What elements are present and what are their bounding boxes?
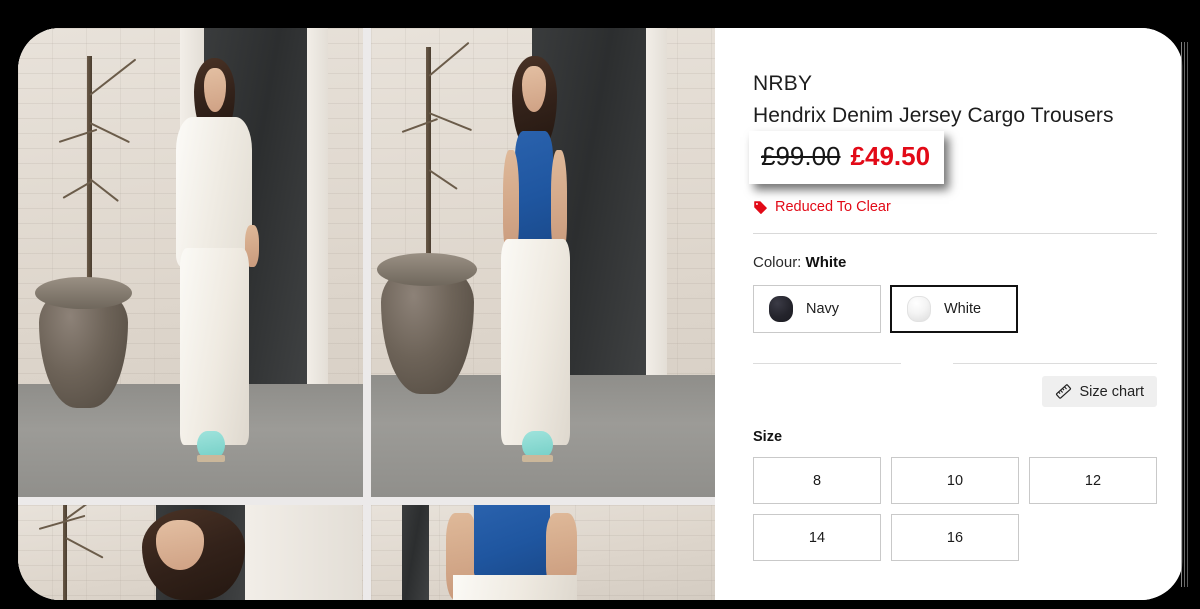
model-shirt	[176, 117, 253, 268]
product-image-gallery	[18, 28, 715, 600]
gallery-image-4[interactable]	[370, 505, 715, 600]
model-shoe-sole	[197, 454, 225, 463]
size-option-group: 8 10 12 14 16	[753, 457, 1157, 562]
door-frame	[245, 505, 363, 600]
sale-price: £49.50	[850, 141, 931, 172]
screen: NRBY Hendrix Denim Jersey Cargo Trousers…	[0, 0, 1200, 609]
colour-swatch-label: Navy	[806, 301, 840, 318]
colour-selected-value: White	[805, 254, 847, 272]
price-tag-icon	[754, 201, 767, 214]
colour-label: Colour:	[753, 254, 802, 272]
divider-split	[753, 363, 1157, 365]
size-option-12[interactable]: 12	[1029, 457, 1157, 505]
original-price: £99.00	[761, 141, 841, 172]
colour-swatch-navy[interactable]: Navy	[753, 285, 881, 334]
white-colour-chip	[907, 296, 931, 323]
divider-right-segment	[953, 363, 1157, 365]
product-details-panel: NRBY Hendrix Denim Jersey Cargo Trousers…	[715, 28, 1183, 600]
colour-line: Colour: White	[753, 254, 1157, 271]
dark-door	[401, 505, 430, 600]
colour-swatch-label: White	[944, 301, 982, 318]
gallery-image-1[interactable]	[18, 28, 363, 497]
plant-pot-rim	[377, 253, 478, 286]
plant-pot-rim	[35, 276, 132, 310]
model-tank-top	[515, 131, 554, 249]
size-option-8[interactable]: 8	[753, 457, 881, 505]
promo-badge: Reduced To Clear	[753, 199, 1157, 215]
door-frame-right	[307, 28, 329, 413]
colour-swatch-white[interactable]: White	[890, 285, 1018, 334]
model-arm-left	[503, 149, 519, 254]
size-option-16[interactable]: 16	[891, 514, 1019, 562]
size-chart-label: Size chart	[1079, 383, 1144, 400]
divider-top	[753, 233, 1157, 235]
gallery-image-3[interactable]	[18, 505, 363, 600]
product-title: Hendrix Denim Jersey Cargo Trousers	[753, 104, 1114, 127]
gallery-image-2[interactable]	[370, 28, 715, 497]
price-area: £99.00 £49.50	[749, 131, 1157, 185]
promo-label: Reduced To Clear	[775, 199, 891, 216]
model-tank-top	[473, 505, 550, 578]
page-scrollbar[interactable]	[1181, 42, 1190, 587]
model-trousers	[501, 239, 571, 446]
size-section-label: Size	[753, 429, 783, 446]
ruler-icon	[1055, 384, 1071, 400]
price-overlay-card: £99.00 £49.50	[749, 131, 945, 185]
navy-colour-chip	[769, 296, 793, 323]
divider-left-segment	[753, 363, 901, 365]
model-shoe-sole	[522, 454, 554, 463]
model-arm-right	[551, 149, 567, 254]
model-trousers	[453, 575, 578, 600]
size-option-14[interactable]: 14	[753, 514, 881, 562]
door-frame	[646, 28, 667, 404]
size-chart-button[interactable]: Size chart	[1041, 376, 1157, 408]
product-page-card: NRBY Hendrix Denim Jersey Cargo Trousers…	[18, 28, 1183, 600]
size-option-10[interactable]: 10	[891, 457, 1019, 505]
model-trousers	[179, 248, 249, 446]
size-chart-row: Size chart	[753, 376, 1157, 408]
product-brand: NRBY	[753, 72, 813, 95]
colour-swatch-group: Navy White	[753, 285, 1157, 334]
